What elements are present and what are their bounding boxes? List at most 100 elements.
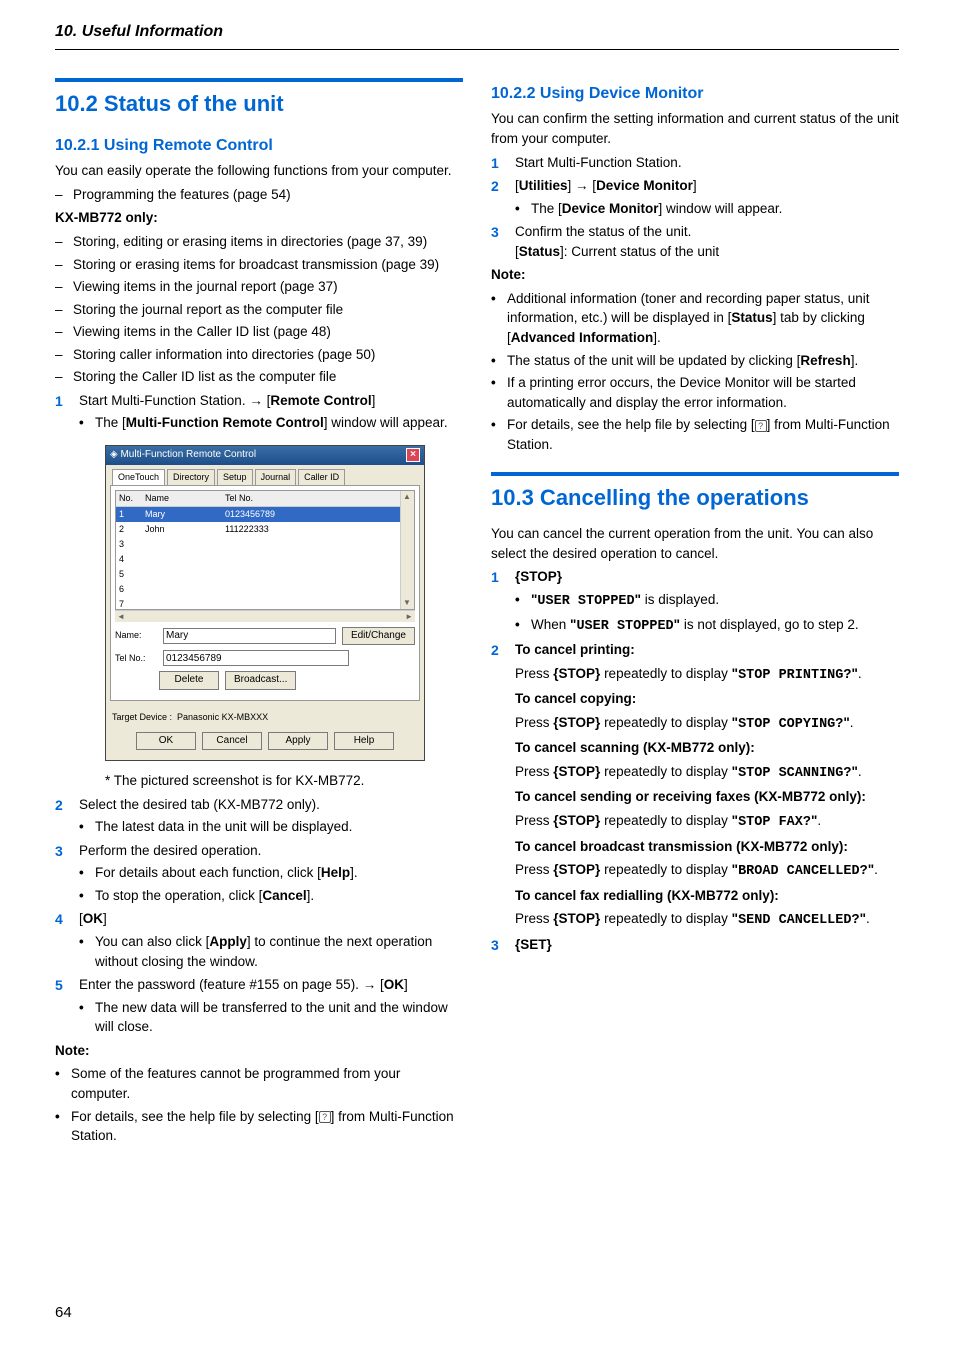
arrow-icon: → bbox=[363, 977, 377, 992]
cancel-scanning-head: To cancel scanning (KX-MB772 only): bbox=[515, 738, 899, 758]
cancel-text: Press {STOP} repeatedly to display "SEND… bbox=[515, 909, 899, 931]
sub-bullet: The [Multi-Function Remote Control] wind… bbox=[79, 413, 463, 433]
screenshot-caption: * The pictured screenshot is for KX-MB77… bbox=[105, 771, 463, 791]
help-button[interactable]: Help bbox=[334, 732, 394, 751]
step-number: 1 bbox=[491, 567, 499, 587]
name-label: Name: bbox=[115, 629, 157, 642]
cancel-redial-head: To cancel fax redialling (KX-MB772 only)… bbox=[515, 886, 899, 906]
cancel-printing-head: To cancel printing: bbox=[515, 642, 635, 657]
kx-heading: KX-MB772 only: bbox=[55, 208, 463, 228]
sub-bullet: "USER STOPPED" is displayed. bbox=[515, 590, 899, 612]
section-10-3-title: 10.3 Cancelling the operations bbox=[491, 482, 899, 514]
tab-strip: OneTouch Directory Setup Journal Caller … bbox=[106, 465, 424, 485]
dash-item: Storing caller information into director… bbox=[55, 345, 463, 365]
note-bullet: For details, see the help file by select… bbox=[491, 415, 899, 454]
dash-item: Programming the features (page 54) bbox=[55, 185, 463, 205]
dash-item: Storing or erasing items for broadcast t… bbox=[55, 255, 463, 275]
table-row[interactable]: 7 bbox=[116, 597, 414, 610]
step-3: 3 Confirm the status of the unit. [Statu… bbox=[491, 222, 899, 261]
section-10-2-2-title: 10.2.2 Using Device Monitor bbox=[491, 82, 899, 105]
step-text: Start Multi-Function Station. bbox=[515, 155, 682, 170]
table-row[interactable]: 5 bbox=[116, 567, 414, 582]
tel-label: Tel No.: bbox=[115, 652, 157, 665]
cancel-step-2: 2 To cancel printing: Press {STOP} repea… bbox=[491, 640, 899, 931]
target-device: Target Device : Panasonic KX-MBXXX bbox=[112, 711, 418, 724]
step-2: 2 Select the desired tab (KX-MB772 only)… bbox=[55, 795, 463, 837]
step-number: 3 bbox=[491, 222, 499, 242]
left-column: 10.2 Status of the unit 10.2.1 Using Rem… bbox=[55, 60, 463, 1148]
sub-bullet: To stop the operation, click [Cancel]. bbox=[79, 886, 463, 906]
table-row[interactable]: 6 bbox=[116, 582, 414, 597]
step-text: Perform the desired operation. bbox=[79, 843, 261, 858]
step-number: 2 bbox=[55, 795, 63, 815]
tab-setup[interactable]: Setup bbox=[217, 469, 253, 485]
help-icon: ? bbox=[755, 420, 767, 432]
help-icon: ? bbox=[319, 1111, 331, 1123]
step-4: 4 [OK] You can also click [Apply] to con… bbox=[55, 909, 463, 971]
section-rule bbox=[491, 472, 899, 476]
col-name: Name bbox=[142, 491, 222, 506]
step-5: 5 Enter the password (feature #155 on pa… bbox=[55, 975, 463, 1037]
table-row[interactable]: 2 John 111222333 bbox=[116, 522, 414, 537]
table-row[interactable]: 4 bbox=[116, 552, 414, 567]
cancel-text: Press {STOP} repeatedly to display "STOP… bbox=[515, 713, 899, 735]
close-icon[interactable]: × bbox=[406, 448, 420, 462]
vertical-scrollbar[interactable] bbox=[400, 491, 414, 609]
right-column: 10.2.2 Using Device Monitor You can conf… bbox=[491, 60, 899, 1148]
edit-change-button[interactable]: Edit/Change bbox=[342, 627, 415, 646]
horizontal-scrollbar[interactable]: ◄► bbox=[115, 610, 415, 622]
delete-button[interactable]: Delete bbox=[159, 671, 219, 690]
step-number: 4 bbox=[55, 909, 63, 929]
step-1: 1 Start Multi-Function Station. bbox=[491, 153, 899, 173]
step-1: 1 Start Multi-Function Station. → [Remot… bbox=[55, 391, 463, 433]
cancel-broadcast-head: To cancel broadcast transmission (KX-MB7… bbox=[515, 837, 899, 857]
sub-bullet: When "USER STOPPED" is not displayed, go… bbox=[515, 615, 899, 637]
apply-button[interactable]: Apply bbox=[268, 732, 328, 751]
contacts-table[interactable]: No. Name Tel No. 1 Mary 0123456789 2 Joh… bbox=[115, 490, 415, 610]
ok-button[interactable]: OK bbox=[136, 732, 196, 751]
step-text: Start Multi-Function Station. bbox=[79, 393, 249, 408]
tel-input[interactable] bbox=[163, 650, 349, 666]
step-3: 3 Perform the desired operation. For det… bbox=[55, 841, 463, 906]
sub-bullet: For details about each function, click [… bbox=[79, 863, 463, 883]
cancel-button[interactable]: Cancel bbox=[202, 732, 262, 751]
sub-bullet: The latest data in the unit will be disp… bbox=[79, 817, 463, 837]
section-rule bbox=[55, 78, 463, 82]
name-input[interactable] bbox=[163, 628, 336, 644]
section-10-2-1-title: 10.2.1 Using Remote Control bbox=[55, 134, 463, 157]
step-number: 5 bbox=[55, 975, 63, 995]
step-number: 1 bbox=[55, 391, 63, 411]
window-title: ◈ Multi-Function Remote Control bbox=[110, 448, 256, 463]
intro-text: You can confirm the setting information … bbox=[491, 109, 899, 148]
tab-journal[interactable]: Journal bbox=[255, 469, 297, 485]
window-titlebar: ◈ Multi-Function Remote Control × bbox=[106, 446, 424, 465]
cancel-text: Press {STOP} repeatedly to display "STOP… bbox=[515, 811, 899, 833]
dash-item: Storing the journal report as the comput… bbox=[55, 300, 463, 320]
note-bullet: For details, see the help file by select… bbox=[55, 1107, 463, 1146]
section-10-2-title: 10.2 Status of the unit bbox=[55, 88, 463, 120]
note-heading: Note: bbox=[55, 1041, 463, 1061]
table-row[interactable]: 1 Mary 0123456789 bbox=[116, 507, 414, 522]
note-bullet: Some of the features cannot be programme… bbox=[55, 1064, 463, 1103]
cancel-text: Press {STOP} repeatedly to display "STOP… bbox=[515, 664, 899, 686]
cancel-step-1: 1 {STOP} "USER STOPPED" is displayed. Wh… bbox=[491, 567, 899, 636]
step-2: 2 [Utilities] → [Device Monitor] The [De… bbox=[491, 176, 899, 218]
note-bullet: Additional information (toner and record… bbox=[491, 289, 899, 348]
intro-text: You can easily operate the following fun… bbox=[55, 161, 463, 181]
table-row[interactable]: 3 bbox=[116, 537, 414, 552]
running-title: 10. Useful Information bbox=[55, 20, 899, 50]
tab-callerid[interactable]: Caller ID bbox=[298, 469, 345, 485]
note-bullet: If a printing error occurs, the Device M… bbox=[491, 373, 899, 412]
tab-directory[interactable]: Directory bbox=[167, 469, 215, 485]
tab-onetouch[interactable]: OneTouch bbox=[112, 469, 165, 485]
sub-bullet: The [Device Monitor] window will appear. bbox=[515, 199, 899, 219]
broadcast-button[interactable]: Broadcast... bbox=[225, 671, 296, 690]
arrow-icon: → bbox=[575, 178, 589, 193]
dash-item: Storing the Caller ID list as the comput… bbox=[55, 367, 463, 387]
note-heading: Note: bbox=[491, 265, 899, 285]
cancel-copying-head: To cancel copying: bbox=[515, 689, 899, 709]
note-bullet: The status of the unit will be updated b… bbox=[491, 351, 899, 371]
dash-item: Viewing items in the Caller ID list (pag… bbox=[55, 322, 463, 342]
step-text: Confirm the status of the unit. bbox=[515, 224, 691, 239]
sub-bullet: You can also click [Apply] to continue t… bbox=[79, 932, 463, 971]
